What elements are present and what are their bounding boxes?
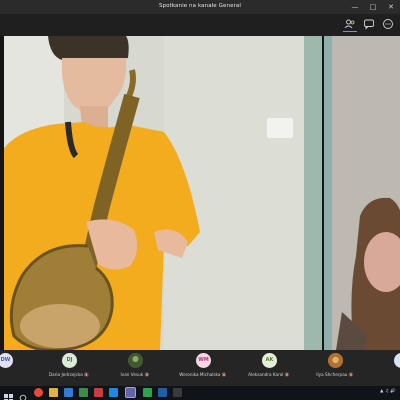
system-tray[interactable]: ▲ ♫ 🔊 — [380, 389, 396, 394]
window-controls: — □ ✕ — [350, 2, 396, 12]
file-explorer-icon[interactable] — [49, 388, 58, 397]
participant-name-text: Daria Jedrzejcka — [48, 372, 83, 377]
avatar: DW — [0, 353, 13, 368]
participant-tile[interactable] — [368, 353, 400, 383]
teams-icon[interactable] — [125, 387, 136, 398]
participant-tile[interactable]: AK Aleksandra Karol 🔇 — [236, 353, 302, 383]
chat-glyph — [364, 19, 374, 30]
participant-name: Ilya Shcherpau 🔇 — [302, 372, 368, 377]
participant-name: Weronika Michalska 🔇 — [170, 372, 236, 377]
participant-name-text: Aleksandra Karol — [248, 372, 284, 377]
mail-icon[interactable] — [64, 388, 73, 397]
meeting-toolbar — [0, 14, 400, 36]
participant-name: Ivan Vesuk 🔇 — [102, 372, 168, 377]
participant-tile[interactable]: DJ Daria Jedrzejcka 🔇 — [36, 353, 102, 383]
participant-name: Aleksandra Karol 🔇 — [236, 372, 302, 377]
participant-name-text: Weronika Michalska — [179, 372, 221, 377]
avatar: AK — [262, 353, 277, 368]
participant-tile[interactable]: Ivan Vesuk 🔇 — [102, 353, 168, 383]
windows-start-icon[interactable] — [4, 388, 13, 400]
windows-logo — [4, 394, 13, 400]
app-icon[interactable] — [79, 388, 88, 397]
participant-tile[interactable]: WM Weronika Michalska 🔇 — [170, 353, 236, 383]
window-title: Spotkanie na kanale General — [158, 3, 242, 9]
maximize-icon[interactable]: □ — [368, 2, 378, 12]
main-video-feed[interactable] — [4, 36, 322, 350]
participant-strip: DW DJ Daria Jedrzejcka 🔇 Ivan Vesuk 🔇 WM… — [0, 350, 400, 386]
mic-muted-icon: 🔇 — [84, 372, 90, 377]
mic-muted-icon: 🔇 — [144, 372, 150, 377]
app-icon[interactable] — [94, 388, 103, 397]
participant-name-text: Ivan Vesuk — [120, 372, 144, 377]
avatar-photo — [328, 353, 343, 368]
mic-muted-icon: 🔇 — [221, 372, 227, 377]
people-icon[interactable] — [343, 18, 357, 32]
chat-icon[interactable] — [362, 18, 376, 32]
app-icon[interactable] — [158, 388, 167, 397]
title-bar: Spotkanie na kanale General — □ ✕ — [0, 0, 400, 14]
search-icon[interactable] — [19, 388, 28, 400]
mic-muted-icon: 🔇 — [348, 372, 354, 377]
more-icon[interactable] — [381, 18, 395, 32]
avatar — [394, 353, 400, 368]
avatar-image — [328, 353, 343, 368]
participant-video — [324, 36, 400, 350]
app-icon[interactable] — [173, 388, 182, 397]
avatar: WM — [196, 353, 211, 368]
mic-muted-icon: 🔇 — [284, 372, 290, 377]
people-glyph — [344, 19, 355, 29]
avatar: DJ — [62, 353, 77, 368]
more-glyph — [383, 19, 393, 29]
search-glyph — [19, 394, 27, 400]
teams-meeting-window: Spotkanie na kanale General — □ ✕ DW DJ … — [0, 0, 400, 400]
secondary-video-feed[interactable] — [324, 36, 400, 350]
windows-taskbar: ▲ ♫ 🔊 — [0, 386, 400, 400]
video-stage — [0, 36, 400, 350]
participant-tile[interactable]: DW — [0, 353, 38, 383]
participant-name-text: Ilya Shcherpau — [316, 372, 348, 377]
participant-tile[interactable]: Ilya Shcherpau 🔇 — [302, 353, 368, 383]
saxophone-player-video — [4, 36, 322, 350]
participant-name: Daria Jedrzejcka 🔇 — [36, 372, 102, 377]
close-icon[interactable]: ✕ — [386, 2, 396, 12]
minimize-icon[interactable]: — — [350, 2, 360, 12]
chrome-icon[interactable] — [34, 388, 43, 397]
app-icon[interactable] — [143, 388, 152, 397]
avatar-photo — [128, 353, 143, 368]
app-icon[interactable] — [109, 388, 118, 397]
avatar-image — [128, 353, 143, 368]
